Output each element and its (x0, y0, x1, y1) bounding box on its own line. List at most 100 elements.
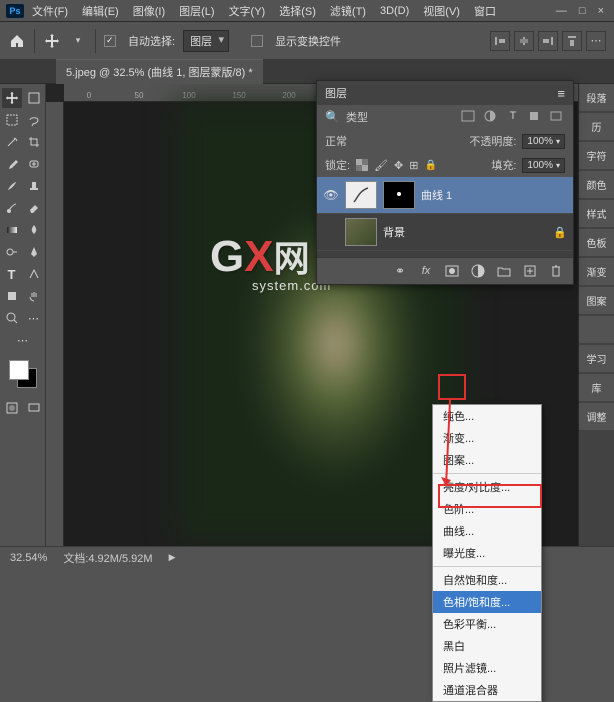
brush-tool[interactable] (2, 176, 22, 196)
trash-icon[interactable] (547, 263, 565, 279)
menu-image[interactable]: 图像(I) (127, 1, 171, 21)
folder-icon[interactable] (495, 263, 513, 279)
home-icon[interactable] (8, 32, 26, 50)
ctx-curves[interactable]: 曲线... (433, 520, 541, 542)
layer-background[interactable]: 背景 🔒 (317, 214, 573, 251)
ctx-solid-color[interactable]: 纯色... (433, 405, 541, 427)
opacity-value[interactable]: 100%▾ (522, 134, 565, 149)
stamp-tool[interactable] (24, 176, 44, 196)
panel-patterns[interactable]: 图案 (579, 287, 614, 315)
ctx-color-balance[interactable]: 色彩平衡... (433, 613, 541, 635)
menu-select[interactable]: 选择(S) (273, 1, 322, 21)
edit-toolbar[interactable]: ⋯ (13, 330, 33, 350)
ctx-channel-mixer[interactable]: 通道混合器 (433, 679, 541, 701)
dodge-tool[interactable] (2, 242, 22, 262)
history-brush-tool[interactable] (2, 198, 22, 218)
align-3[interactable] (538, 31, 558, 51)
panel-styles[interactable]: 样式 (579, 200, 614, 228)
blur-tool[interactable] (24, 220, 44, 240)
panel-libraries[interactable]: 库 (579, 374, 614, 402)
auto-select-target[interactable]: 图层 (183, 30, 229, 52)
panel-paragraph[interactable]: 段落 (579, 84, 614, 112)
visibility-icon[interactable]: 👁 (323, 188, 339, 202)
lasso-tool[interactable] (24, 110, 44, 130)
menu-filter[interactable]: 滤镜(T) (324, 1, 372, 21)
lock-move-icon[interactable]: ✥ (394, 159, 403, 172)
ctx-bw[interactable]: 黑白 (433, 635, 541, 657)
filter-smart-icon[interactable] (549, 110, 565, 124)
ctx-photo-filter[interactable]: 照片滤镜... (433, 657, 541, 679)
maximize-button[interactable]: □ (579, 5, 586, 17)
zoom-level[interactable]: 32.54% (10, 552, 47, 564)
eyedropper-tool[interactable] (2, 154, 22, 174)
fill-value[interactable]: 100%▾ (522, 158, 565, 173)
color-swatch[interactable] (7, 358, 39, 390)
filter-type-icon[interactable]: T (505, 110, 521, 124)
hand-tool[interactable] (24, 286, 44, 306)
ctx-gradient[interactable]: 渐变... (433, 427, 541, 449)
align-4[interactable] (562, 31, 582, 51)
ctx-vibrance[interactable]: 自然饱和度... (433, 569, 541, 591)
screen-mode[interactable] (24, 398, 44, 418)
shape-tool[interactable] (2, 286, 22, 306)
menu-3d[interactable]: 3D(D) (374, 3, 415, 19)
panel-color[interactable]: 颜色 (579, 171, 614, 199)
ctx-exposure[interactable]: 曝光度... (433, 542, 541, 564)
layer-curves[interactable]: 👁 曲线 1 (317, 177, 573, 214)
transform-checkbox[interactable] (251, 35, 263, 47)
link-icon[interactable]: ⚭ (391, 263, 409, 279)
quick-mask[interactable] (2, 398, 22, 418)
crop-tool[interactable] (24, 132, 44, 152)
layer-name[interactable]: 背景 (383, 224, 405, 240)
ctx-levels[interactable]: 色阶... (433, 498, 541, 520)
pen-tool[interactable] (24, 242, 44, 262)
doc-info[interactable]: 文档:4.92M/5.92M (63, 550, 152, 566)
panel-swatches[interactable]: 色板 (579, 229, 614, 257)
artboard-tool[interactable] (24, 88, 44, 108)
adjustment-icon[interactable] (469, 263, 487, 279)
adjustment-thumb[interactable] (345, 181, 377, 209)
wand-tool[interactable] (2, 132, 22, 152)
fx-icon[interactable]: fx (417, 263, 435, 279)
document-tab[interactable]: 5.jpeg @ 32.5% (曲线 1, 图层蒙版/8) * (56, 59, 263, 84)
menu-edit[interactable]: 编辑(E) (76, 1, 125, 21)
status-arrow-icon[interactable]: ▶ (169, 552, 176, 563)
dropdown-icon[interactable]: ▾ (69, 32, 87, 50)
panel-gradients[interactable]: 渐变 (579, 258, 614, 286)
new-layer-icon[interactable] (521, 263, 539, 279)
ctx-hue-saturation[interactable]: 色相/饱和度... (433, 591, 541, 613)
zoom-tool[interactable] (2, 308, 22, 328)
menu-layer[interactable]: 图层(L) (173, 1, 220, 21)
lock-all-icon[interactable]: 🔒 (424, 160, 436, 171)
layer-thumb[interactable] (345, 218, 377, 246)
panel-blank[interactable] (579, 316, 614, 344)
align-1[interactable] (490, 31, 510, 51)
lock-trans-icon[interactable] (356, 159, 368, 171)
filter-adjust-icon[interactable] (483, 110, 499, 124)
marquee-tool[interactable] (2, 110, 22, 130)
ctx-brightness[interactable]: 亮度/对比度... (433, 476, 541, 498)
more-tools[interactable]: ⋯ (24, 308, 44, 328)
filter-pixel-icon[interactable] (461, 110, 477, 124)
layers-header[interactable]: 图层 ≡ (317, 81, 573, 105)
filter-kind[interactable]: 类型 (346, 109, 455, 125)
lock-artboard-icon[interactable]: ⊞ (409, 159, 418, 172)
foreground-color[interactable] (9, 360, 29, 380)
ctx-pattern[interactable]: 图案... (433, 449, 541, 471)
menu-file[interactable]: 文件(F) (26, 1, 74, 21)
minimize-button[interactable]: — (556, 5, 567, 17)
menu-view[interactable]: 视图(V) (417, 1, 466, 21)
eraser-tool[interactable] (24, 198, 44, 218)
panel-adjustments[interactable]: 调整 (579, 403, 614, 431)
search-icon[interactable]: 🔍 (325, 110, 340, 124)
type-tool[interactable]: T (2, 264, 22, 284)
layer-name[interactable]: 曲线 1 (421, 187, 452, 203)
move-tool[interactable] (2, 88, 22, 108)
align-5[interactable]: ⋯ (586, 31, 606, 51)
panel-history[interactable]: 历 (579, 113, 614, 141)
menu-type[interactable]: 文字(Y) (223, 1, 272, 21)
lock-brush-icon[interactable]: 🖌 (374, 159, 388, 172)
panel-menu-icon[interactable]: ≡ (557, 86, 565, 101)
panel-character[interactable]: 字符 (579, 142, 614, 170)
filter-shape-icon[interactable] (527, 110, 543, 124)
